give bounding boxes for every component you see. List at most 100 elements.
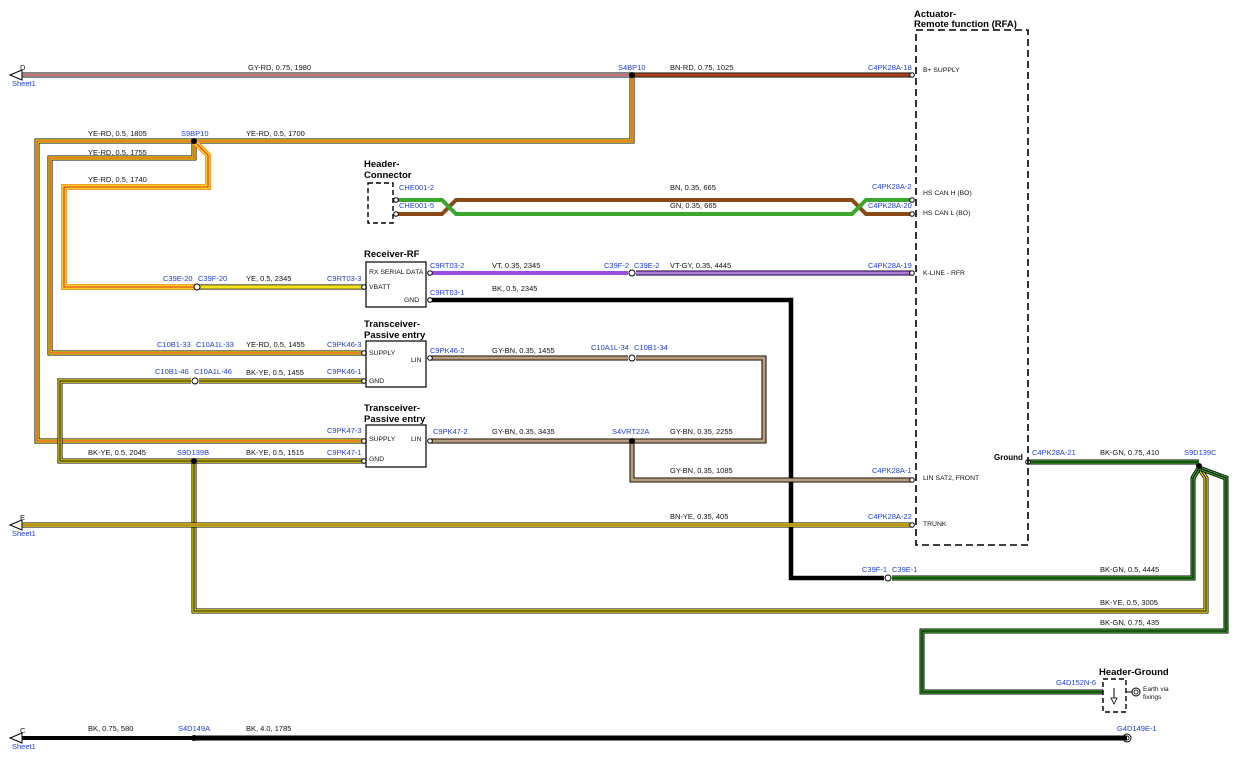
connector-label[interactable]: C10A1L-33 <box>196 340 234 349</box>
pin-mark <box>909 522 915 528</box>
inline-connector-c39-2 <box>628 269 636 277</box>
connector-label[interactable]: C10B1-33 <box>157 340 191 349</box>
splice-s4bp10 <box>629 72 635 78</box>
receiver-pin-label: VBATT <box>369 284 390 291</box>
connector-label[interactable]: G4D149E-1 <box>1117 724 1157 733</box>
wire-label: BN-YE, 0.35, 405 <box>670 512 728 521</box>
connector-label[interactable]: C4PK28A-2 <box>872 182 912 191</box>
wire-label: YE-RD, 0.5, 1755 <box>88 148 147 157</box>
connector-label[interactable]: S9D139C <box>1184 448 1217 457</box>
transceiver-2-title-line2: Passive entry <box>364 414 426 425</box>
inline-connector-c39-1 <box>884 574 892 582</box>
connector-label[interactable]: C4PK28A-20 <box>868 201 912 210</box>
connector-label[interactable]: C9PK47-1 <box>327 448 362 457</box>
rfa-pin-label: K-LINE - RFR <box>923 270 965 277</box>
connector-label[interactable]: C10A1L-34 <box>591 343 629 352</box>
pin-mark <box>393 197 399 203</box>
wire-label: BK, 0.75, 580 <box>88 724 133 733</box>
wire-label: YE-RD, 0.5, 1455 <box>246 340 305 349</box>
sheet-ref-c-link[interactable]: Sheet1 <box>12 742 36 751</box>
connector-label[interactable]: S9D139B <box>177 448 209 457</box>
wire-label: BK, 0.5, 2345 <box>492 284 537 293</box>
splices <box>191 72 1202 741</box>
transceiver-1-title-line2: Passive entry <box>364 330 426 341</box>
transceiver-2-pin-label: GND <box>369 456 384 463</box>
connector-label[interactable]: C9PK46-2 <box>430 346 465 355</box>
wires <box>22 72 1229 741</box>
connector-label[interactable]: S4VRT22A <box>612 427 649 436</box>
connector-label[interactable]: C9PK46-3 <box>327 340 362 349</box>
transceiver-2-pin-label: LIN <box>411 436 422 443</box>
wire-label: BN-RD, 0.75, 1025 <box>670 63 733 72</box>
transceiver-2-pin-label: SUPPLY <box>369 436 396 443</box>
connector-label[interactable]: S9BP10 <box>181 129 209 138</box>
connector-label[interactable]: C39E-1 <box>892 565 917 574</box>
connector-label[interactable]: C10A1L-46 <box>194 367 232 376</box>
wire-label: BK-YE, 0.5, 1455 <box>246 368 304 377</box>
wire-label: BK-GN, 0.75, 410 <box>1100 448 1159 457</box>
connector-label[interactable]: C39E-2 <box>634 261 659 270</box>
rfa-pin-label: HS CAN L (BO) <box>923 210 970 217</box>
connector-label[interactable]: C9RT03-3 <box>327 274 361 283</box>
rfa-pin-label: B+ SUPPLY <box>923 67 960 74</box>
header-ground-title: Header-Ground <box>1099 667 1169 678</box>
connector-label[interactable]: C9PK46-1 <box>327 367 362 376</box>
wire-label: GY-BN, 0.35, 1085 <box>670 466 733 475</box>
header-ground-text: Earth via <box>1143 686 1169 693</box>
sheet-ref-c-letter: C <box>20 726 26 735</box>
sheet-ref-e-link[interactable]: Sheet1 <box>12 529 36 538</box>
pin-mark <box>909 72 915 78</box>
wire-label: GY-BN, 0.35, 1455 <box>492 346 555 355</box>
sheet-arrows <box>8 69 23 744</box>
wire-label: YE-RD, 0.5, 1740 <box>88 175 147 184</box>
receiver-pin-label: GND <box>404 297 419 304</box>
connector-label[interactable]: C4PK28A-21 <box>1032 448 1076 457</box>
receiver-rf-title: Receiver-RF <box>364 249 420 260</box>
connector-label[interactable]: S4D149A <box>178 724 210 733</box>
connector-label[interactable]: C4PK28A-18 <box>868 63 912 72</box>
connector-label[interactable]: C39F-2 <box>604 261 629 270</box>
connector-label[interactable]: C39E-20 <box>163 274 193 283</box>
wire-label: GN, 0.35, 665 <box>670 201 717 210</box>
wire-bk-ye-3005 <box>191 461 1209 614</box>
sheet-ref-d-letter: D <box>20 63 26 72</box>
connector-label[interactable]: C10B1-34 <box>634 343 668 352</box>
connector-label[interactable]: C9RT03-1 <box>430 288 464 297</box>
sheet-ref-d-link[interactable]: Sheet1 <box>12 79 36 88</box>
connector-label[interactable]: CHE001-2 <box>399 183 434 192</box>
rfa-pin-label: HS CAN H (BO) <box>923 190 972 197</box>
connector-label[interactable]: CHE001-5 <box>399 201 434 210</box>
connector-label[interactable]: C4PK28A-22 <box>868 512 912 521</box>
connector-label[interactable]: C9PK47-2 <box>433 427 468 436</box>
connector-label[interactable]: C4PK28A-1 <box>872 466 912 475</box>
connector-label[interactable]: C39F-20 <box>198 274 227 283</box>
pin-mark <box>427 355 433 361</box>
wire-label: VT-GY, 0.35, 4445 <box>670 261 731 270</box>
inline-connector-c10-34 <box>628 354 636 362</box>
connector-label[interactable]: C39F-1 <box>862 565 887 574</box>
rfa-ground-label: Ground <box>994 453 1023 462</box>
pin-mark <box>427 438 433 444</box>
splice-s4vrt22a <box>629 438 635 444</box>
wire-label: BK-GN, 0.75, 435 <box>1100 618 1159 627</box>
transceiver-1-pin-label: SUPPLY <box>369 350 396 357</box>
wire-label: GY-RD, 0.75, 1980 <box>248 63 311 72</box>
splice-s4d149a <box>191 735 197 741</box>
pin-mark <box>909 270 915 276</box>
wire-label: YE-RD, 0.5, 1805 <box>88 129 147 138</box>
pin-mark <box>909 477 915 483</box>
wire-label: BK-YE, 0.5, 3005 <box>1100 598 1158 607</box>
connector-label[interactable]: C9RT03-2 <box>430 261 464 270</box>
connector-label[interactable]: S4BP10 <box>618 63 646 72</box>
connector-label[interactable]: C9PK47-3 <box>327 426 362 435</box>
sheet-ref-e-letter: E <box>20 513 25 522</box>
inline-connector-c39-20 <box>193 283 201 291</box>
connector-label[interactable]: C10B1-46 <box>155 367 189 376</box>
rfa-pin-label: TRUNK <box>923 521 947 528</box>
connector-label[interactable]: C4PK28A-19 <box>868 261 912 270</box>
connector-label[interactable]: G4D152N-6 <box>1056 678 1096 687</box>
header-ground-text-line2: fixings <box>1143 694 1162 701</box>
wire-label: BK-GN, 0.5, 4445 <box>1100 565 1159 574</box>
wire-label: YE-RD, 0.5, 1700 <box>246 129 305 138</box>
pin-mark <box>393 211 399 217</box>
